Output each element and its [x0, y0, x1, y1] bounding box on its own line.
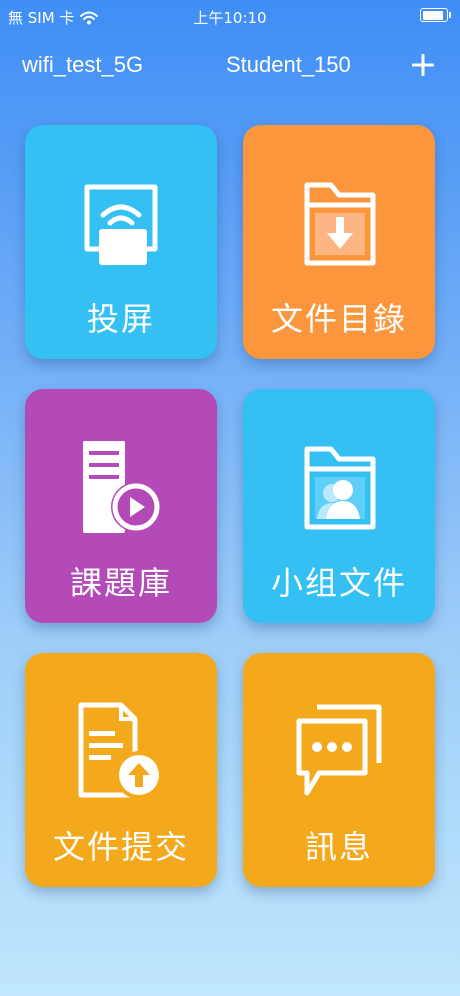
tile-screen-cast[interactable]: 投屏	[25, 125, 217, 359]
group-folder-icon	[304, 446, 376, 530]
tile-group-files[interactable]: 小组文件	[243, 389, 435, 623]
screen-cast-icon	[84, 184, 158, 265]
chat-message-icon	[296, 704, 382, 796]
question-bank-play-icon	[83, 441, 161, 533]
app-screen: 無 SIM 卡 上午10:10 wifi_test_5G Student_150	[0, 0, 460, 996]
tile-label: 小组文件	[270, 564, 407, 602]
header: wifi_test_5G Student_150	[0, 46, 460, 86]
battery-icon	[420, 8, 451, 22]
file-upload-icon	[78, 702, 163, 799]
user-name: Student_150	[226, 52, 351, 77]
status-bar: 無 SIM 卡 上午10:10	[0, 0, 460, 34]
tile-question-bank[interactable]: 課題庫	[25, 389, 217, 623]
folder-download-icon	[304, 182, 376, 266]
wifi-name: wifi_test_5G	[22, 52, 144, 77]
tile-label: 文件提交	[52, 828, 189, 866]
tile-messages[interactable]: 訊息	[243, 653, 435, 887]
plus-icon[interactable]	[408, 50, 438, 80]
tile-file-directory[interactable]: 文件目錄	[243, 125, 435, 359]
status-right	[420, 8, 451, 22]
tile-label: 投屏	[86, 300, 155, 338]
tile-label: 課題庫	[69, 564, 172, 602]
tile-label: 訊息	[304, 828, 373, 866]
tile-file-submit[interactable]: 文件提交	[25, 653, 217, 887]
status-time: 上午10:10	[193, 9, 267, 27]
tile-label: 文件目錄	[270, 300, 407, 338]
